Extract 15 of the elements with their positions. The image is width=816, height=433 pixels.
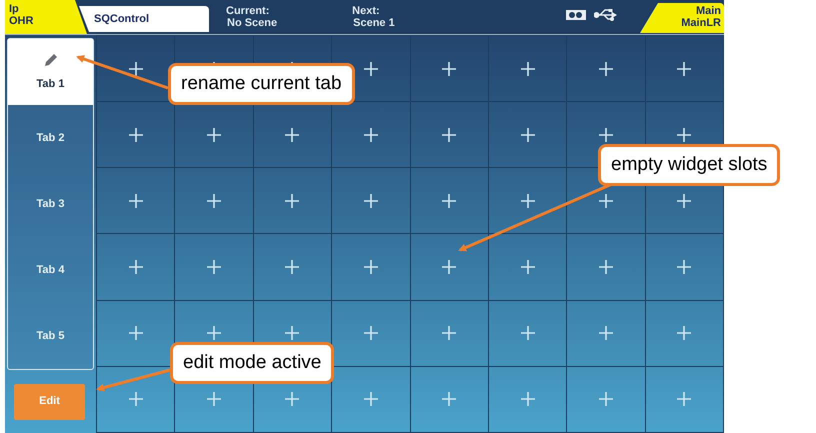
next-scene: Scene 1 — [352, 17, 395, 29]
current-scene: No Scene — [226, 17, 278, 29]
tab[interactable]: Tab 3 — [8, 171, 93, 237]
tab[interactable]: Tab 2 — [8, 105, 93, 171]
tab[interactable]: Tab 4 — [8, 237, 93, 303]
current-label: Current: — [226, 5, 270, 17]
app-name-field[interactable]: SQControl — [79, 6, 209, 32]
annotation-tooltip: empty widget slots — [598, 144, 780, 186]
input-badge[interactable]: Ip OHR — [5, 0, 87, 34]
annotation-tooltip: rename current tab — [168, 63, 355, 105]
next-label: Next: — [352, 5, 381, 17]
tab[interactable]: Tab 1 — [8, 39, 93, 105]
tab[interactable]: Tab 5 — [8, 303, 93, 369]
output-badge[interactable]: Main MainLR — [640, 3, 724, 33]
annotation-tooltip: edit mode active — [170, 342, 334, 384]
